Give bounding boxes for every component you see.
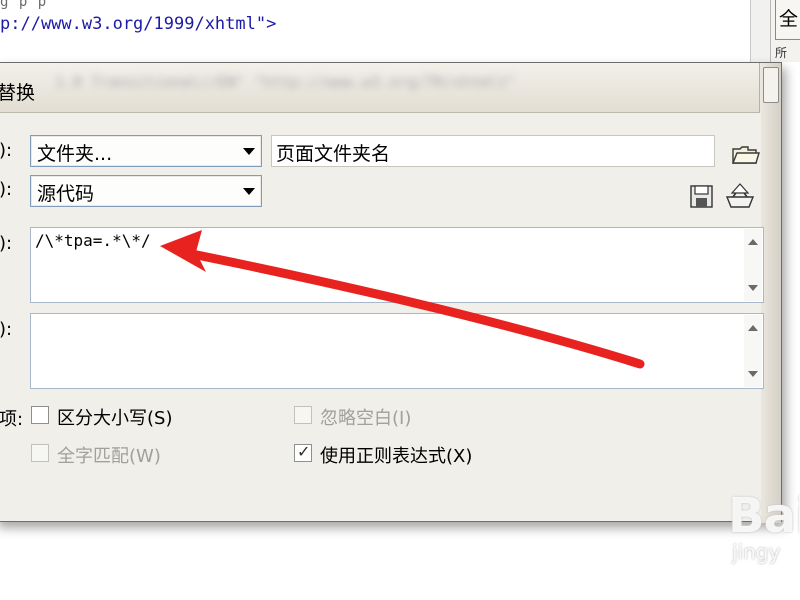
folder-path-value: 页面文件夹名 [276,143,391,165]
case-sensitive-checkbox[interactable] [31,406,49,424]
save-query-icon[interactable] [687,183,717,211]
folder-browse-icon[interactable] [730,141,760,169]
dialog-titlebar[interactable]: 替换 1.0 Transitional//EN" "http://www.w3.… [0,63,781,113]
load-query-icon[interactable] [723,181,755,209]
search-type-select[interactable]: 源代码 [30,175,262,207]
find-text-label: ): [0,233,13,254]
options-label: 项: [0,409,24,430]
replace-textarea[interactable] [30,313,764,389]
scroll-up-icon[interactable] [748,239,758,245]
find-replace-dialog: 替换 1.0 Transitional//EN" "http://www.w3.… [0,62,782,523]
find-in-select[interactable]: 文件夹... [30,135,262,167]
editor-line-partial: g p p [0,0,48,10]
dialog-edge-button[interactable] [763,67,779,103]
scroll-down-icon[interactable] [748,285,758,291]
find-in-value: 文件夹... [37,143,113,165]
watermark-logo: Bai [728,488,800,544]
folder-path-input[interactable]: 页面文件夹名 [271,135,715,167]
chevron-down-icon [243,148,255,155]
use-regex-label[interactable]: 使用正则表达式(X) [320,442,472,468]
scroll-down-icon[interactable] [748,371,758,377]
dialog-title: 替换 [0,82,36,104]
whole-word-label[interactable]: 全字匹配(W) [57,442,161,468]
editor-line-xmlns: p://www.w3.org/1999/xhtml"> [0,14,277,34]
scroll-up-icon[interactable] [748,325,758,331]
find-in-label: ): [0,140,13,161]
replace-text-label: ): [0,319,13,340]
find-textarea-scrollbar[interactable] [744,229,762,301]
whole-word-checkbox[interactable] [31,444,49,462]
ignore-whitespace-checkbox[interactable] [294,406,312,424]
blurred-background-text: 1.0 Transitional//EN" "http://www.w3.org… [55,73,516,91]
case-sensitive-label[interactable]: 区分大小写(S) [57,404,172,430]
watermark-subtext: jingy [732,540,781,564]
right-panel-button[interactable]: 全 [775,0,800,40]
find-textarea[interactable]: /\*tpa=.*\*/ [30,227,764,303]
editor-scrollbar[interactable] [750,0,770,62]
find-text-value: /\*tpa=.*\*/ [35,231,151,250]
chevron-down-icon [243,188,255,195]
search-type-label: ): [0,179,13,200]
use-regex-checkbox[interactable]: ✓ [294,442,312,462]
ignore-whitespace-label[interactable]: 忽略空白(I) [320,404,411,430]
search-type-value: 源代码 [37,183,95,205]
right-panel-tab[interactable]: 所 [775,44,787,61]
code-editor-background: g p p p://www.w3.org/1999/xhtml"> [0,0,750,62]
replace-textarea-scrollbar[interactable] [744,315,762,387]
checkmark-icon: ✓ [297,442,311,461]
